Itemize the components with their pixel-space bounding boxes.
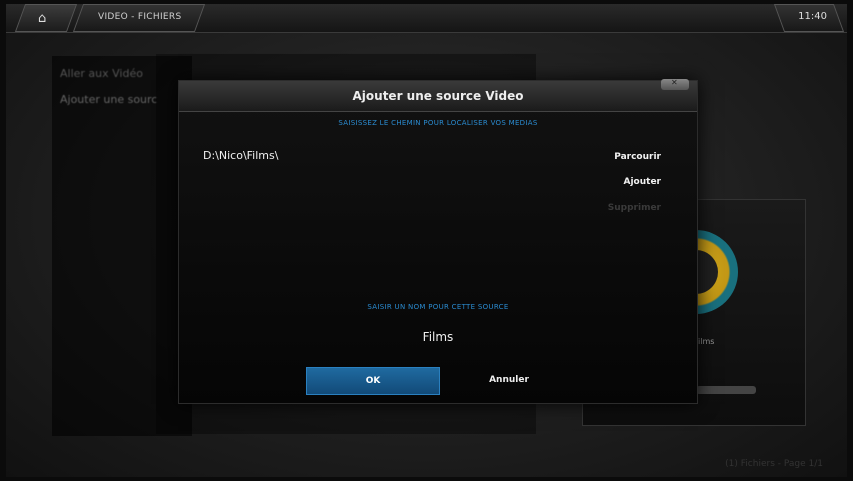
clock: 11:40: [798, 11, 827, 22]
remove-button[interactable]: Supprimer: [608, 203, 661, 213]
close-icon[interactable]: ✕: [671, 78, 678, 87]
breadcrumb: VIDEO - FICHIERS: [98, 12, 182, 22]
browse-button[interactable]: Parcourir: [614, 152, 661, 162]
close-button[interactable]: ✕: [661, 78, 689, 90]
ok-button[interactable]: OK: [306, 367, 440, 395]
path-heading: SAISISSEZ LE CHEMIN POUR LOCALISER VOS M…: [338, 119, 538, 127]
add-video-source-dialog: Ajouter une source Video ✕ SAISISSEZ LE …: [178, 78, 698, 404]
kodi-screen: ⌂ VIDEO - FICHIERS 11:40 Aller aux Vidéo…: [6, 4, 847, 477]
top-bar: ⌂ VIDEO - FICHIERS 11:40: [6, 4, 847, 33]
name-heading: SAISIR UN NOM POUR CETTE SOURCE: [367, 303, 509, 311]
background-scrollbar: [696, 386, 756, 394]
dialog-header: Ajouter une source Video: [179, 81, 697, 112]
source-name-field[interactable]: Films: [179, 330, 697, 344]
source-path-item[interactable]: D:\Nico\Films\: [203, 149, 278, 162]
home-icon[interactable]: ⌂: [38, 11, 46, 26]
cancel-button[interactable]: Annuler: [459, 367, 559, 393]
background-menu-item: Aller aux Vidéo: [60, 67, 143, 80]
add-button[interactable]: Ajouter: [624, 177, 662, 187]
background-status: (1) Fichiers - Page 1/1: [725, 459, 823, 469]
background-menu-item: Ajouter une sourc: [60, 93, 158, 106]
dialog-title: Ajouter une source Video: [352, 89, 524, 103]
